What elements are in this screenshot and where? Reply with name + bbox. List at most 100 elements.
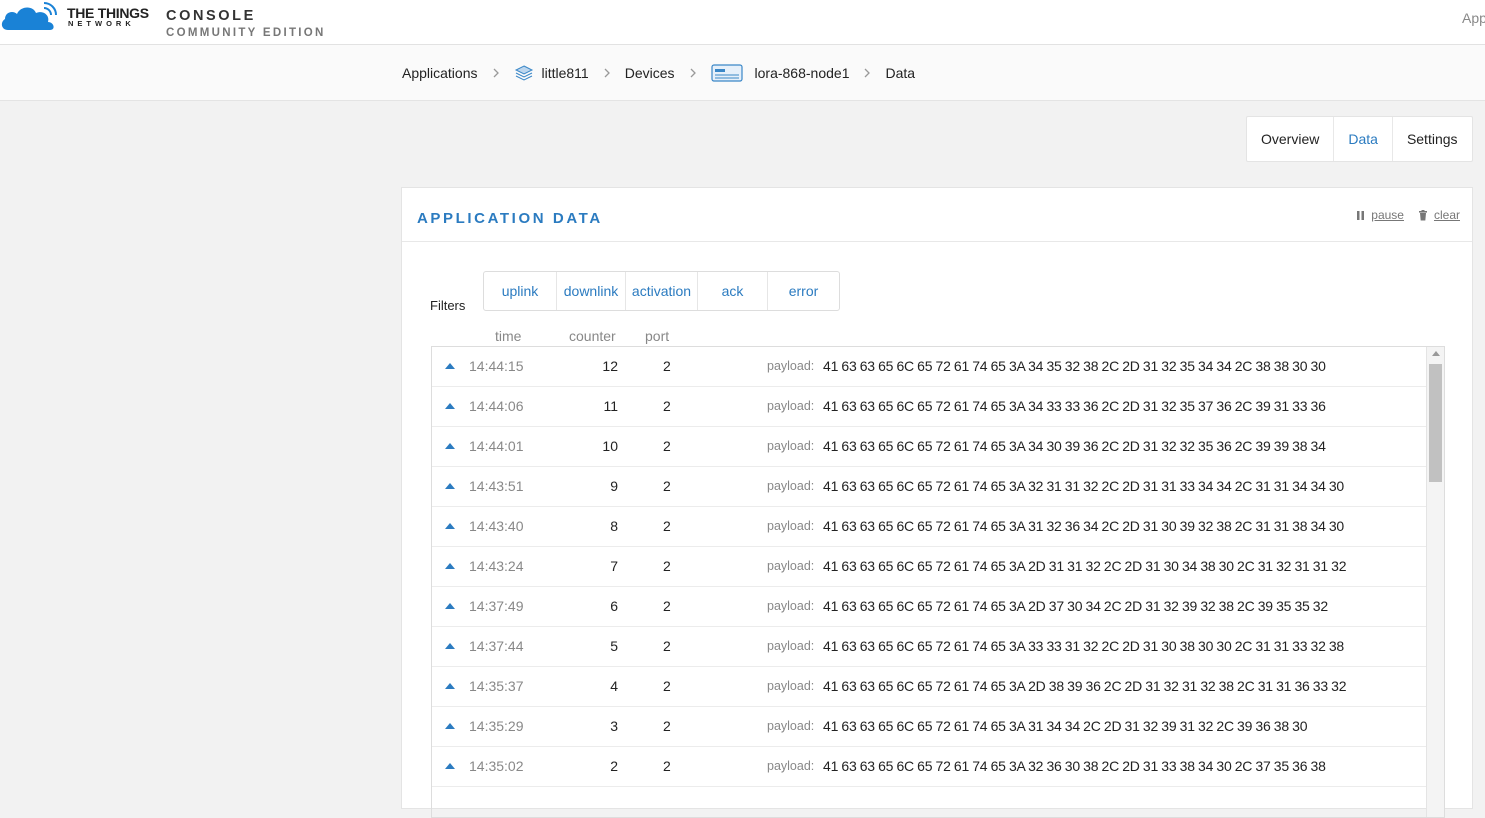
device-icon <box>710 63 743 82</box>
uplink-arrow-icon <box>445 627 455 666</box>
row-payload-label: payload: <box>767 679 815 693</box>
panel-actions: pause clear <box>1342 208 1460 222</box>
message-row[interactable]: 14:35:02 2 2 payload: 41 63 63 65 6C 65 72 6… <box>432 747 1426 787</box>
clear-button[interactable]: clear <box>1418 208 1460 222</box>
row-port: 2 <box>663 478 671 494</box>
filter-uplink[interactable]: uplink <box>484 272 556 310</box>
uplink-arrow-icon <box>445 347 455 386</box>
breadcrumb-bar: Applications little811 Devices lora-868-… <box>0 45 1485 101</box>
row-payload: 41 63 63 65 6C 65 72 61 74 65 3A 34 33 3… <box>823 398 1326 414</box>
row-port: 2 <box>663 398 671 414</box>
column-header-port: port <box>645 328 670 344</box>
console-edition: COMMUNITY EDITION <box>166 27 326 39</box>
row-time: 14:43:40 <box>469 518 524 534</box>
row-time: 14:44:06 <box>469 398 524 414</box>
message-list[interactable]: 14:44:15 12 2 payload: 41 63 63 65 6C 65 72 … <box>431 346 1445 818</box>
message-row[interactable]: 14:44:15 12 2 payload: 41 63 63 65 6C 65 72 … <box>432 347 1426 387</box>
breadcrumb-applications[interactable]: Applications <box>402 65 478 81</box>
console-title: CONSOLE <box>166 8 256 24</box>
breadcrumb: Applications little811 Devices lora-868-… <box>402 45 915 100</box>
breadcrumb-current: Data <box>885 64 916 81</box>
uplink-arrow-icon <box>445 427 455 466</box>
row-payload: 41 63 63 65 6C 65 72 61 74 65 3A 31 32 3… <box>823 518 1345 534</box>
message-row[interactable]: 14:35:29 3 2 payload: 41 63 63 65 6C 65 72 6… <box>432 707 1426 747</box>
breadcrumb-application[interactable]: little811 <box>514 63 589 83</box>
row-counter: 12 <box>602 358 618 374</box>
row-payload-label: payload: <box>767 359 815 373</box>
message-row[interactable]: 14:43:24 7 2 payload: 41 63 63 65 6C 65 72 6… <box>432 547 1426 587</box>
row-time: 14:35:29 <box>469 718 524 734</box>
row-counter: 10 <box>602 438 618 454</box>
row-port: 2 <box>663 718 671 734</box>
row-payload-label: payload: <box>767 479 815 493</box>
row-counter: 8 <box>610 518 618 534</box>
application-data-panel: APPLICATION DATA pause clear Filters upl… <box>401 187 1473 818</box>
message-row[interactable]: 14:37:44 5 2 payload: 41 63 63 65 6C 65 72 6… <box>432 627 1426 667</box>
uplink-arrow-icon <box>445 747 455 786</box>
row-time: 14:44:01 <box>469 438 524 454</box>
row-counter: 11 <box>603 398 618 414</box>
trash-icon <box>1418 209 1427 220</box>
brand-network: NETWORK <box>68 19 135 28</box>
row-time: 14:37:44 <box>469 638 524 654</box>
filter-error[interactable]: error <box>767 272 839 310</box>
top-bar: THE THINGS NETWORK CONSOLE COMMUNITY EDI… <box>0 0 1485 45</box>
uplink-arrow-icon <box>445 547 455 586</box>
panel-header: APPLICATION DATA pause clear <box>402 188 1472 242</box>
row-time: 14:37:49 <box>469 598 524 614</box>
row-payload-label: payload: <box>767 719 815 733</box>
row-payload-label: payload: <box>767 559 815 573</box>
message-row[interactable]: 14:43:51 9 2 payload: 41 63 63 65 6C 65 72 6… <box>432 467 1426 507</box>
ttn-cloud-logo-icon[interactable] <box>0 0 64 32</box>
uplink-arrow-icon <box>445 507 455 546</box>
row-port: 2 <box>663 598 671 614</box>
row-port: 2 <box>663 518 671 534</box>
row-payload: 41 63 63 65 6C 65 72 61 74 65 3A 32 36 3… <box>823 758 1326 774</box>
row-payload: 41 63 63 65 6C 65 72 61 74 65 3A 31 34 3… <box>823 718 1308 734</box>
message-row[interactable]: 14:37:49 6 2 payload: 41 63 63 65 6C 65 72 6… <box>432 587 1426 627</box>
message-row[interactable]: 14:44:01 10 2 payload: 41 63 63 65 6C 65 72 … <box>432 427 1426 467</box>
row-payload: 41 63 63 65 6C 65 72 61 74 65 3A 2D 38 3… <box>823 678 1347 694</box>
filter-activation[interactable]: activation <box>625 272 697 310</box>
uplink-arrow-icon <box>445 387 455 426</box>
breadcrumb-devices[interactable]: Devices <box>625 65 675 81</box>
scrollbar[interactable] <box>1426 347 1444 817</box>
chevron-right-icon <box>603 68 611 78</box>
pause-button[interactable]: pause <box>1356 208 1404 222</box>
breadcrumb-application-label: little811 <box>541 64 589 81</box>
row-payload: 41 63 63 65 6C 65 72 61 74 65 3A 34 35 3… <box>823 358 1326 374</box>
filter-downlink[interactable]: downlink <box>556 272 625 310</box>
top-right-menu[interactable]: App <box>1462 10 1485 26</box>
row-counter: 2 <box>610 758 618 774</box>
scroll-up-arrow-icon[interactable] <box>1432 351 1440 356</box>
tab-data[interactable]: Data <box>1333 117 1393 161</box>
tab-overview[interactable]: Overview <box>1247 117 1333 161</box>
message-row[interactable]: 14:44:06 11 2 payload: 41 63 63 65 6C 65 72 … <box>432 387 1426 427</box>
message-row[interactable]: 14:43:40 8 2 payload: 41 63 63 65 6C 65 72 6… <box>432 507 1426 547</box>
row-counter: 5 <box>610 638 618 654</box>
scrollbar-thumb[interactable] <box>1429 364 1442 482</box>
row-payload-label: payload: <box>767 759 815 773</box>
row-counter: 9 <box>610 478 618 494</box>
tab-settings[interactable]: Settings <box>1393 117 1472 161</box>
chevron-right-icon <box>689 68 697 78</box>
uplink-arrow-icon <box>445 667 455 706</box>
row-payload-label: payload: <box>767 399 815 413</box>
row-payload: 41 63 63 65 6C 65 72 61 74 65 3A 2D 31 3… <box>823 558 1347 574</box>
filters-label: Filters <box>430 298 466 313</box>
chevron-right-icon <box>492 68 500 78</box>
row-port: 2 <box>663 638 671 654</box>
row-port: 2 <box>663 358 671 374</box>
clear-label: clear <box>1433 208 1460 222</box>
row-counter: 7 <box>610 558 618 574</box>
message-row[interactable]: 14:35:37 4 2 payload: 41 63 63 65 6C 65 72 6… <box>432 667 1426 707</box>
chevron-right-icon <box>863 68 871 78</box>
row-time: 14:35:02 <box>469 758 524 774</box>
uplink-arrow-icon <box>445 467 455 506</box>
pause-icon <box>1357 210 1365 220</box>
row-time: 14:44:15 <box>469 358 524 374</box>
row-port: 2 <box>663 678 671 694</box>
row-port: 2 <box>663 438 671 454</box>
breadcrumb-device[interactable]: lora-868-node1 <box>710 63 849 83</box>
filter-ack[interactable]: ack <box>697 272 767 310</box>
